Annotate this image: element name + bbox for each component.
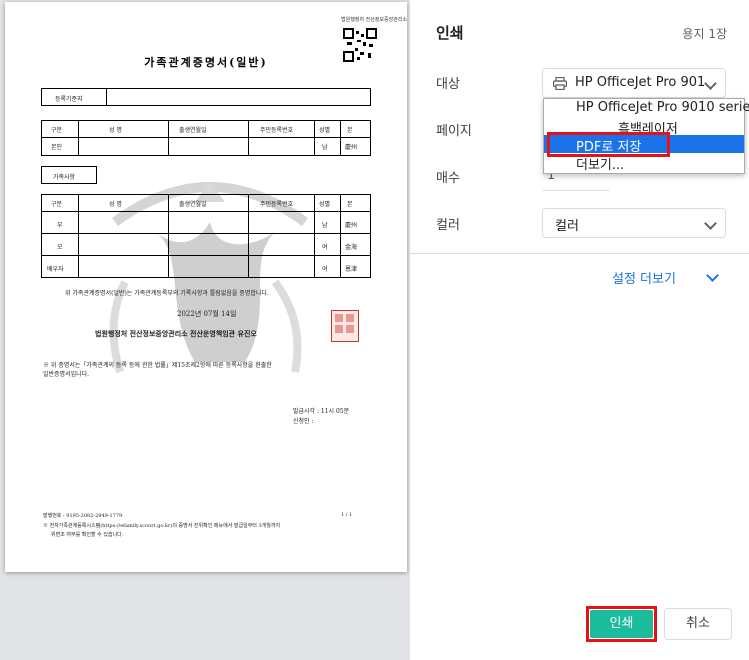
destination-select[interactable]: HP OfficeJet Pro 901 <box>542 68 726 98</box>
document-page: 법원행정처 전산정보중앙관리소 가족관계증명서(일반) 등록기준지 구분 성 명… <box>5 2 407 572</box>
family-row-origin: 金海 <box>345 244 358 251</box>
highlight-print-button <box>586 606 657 642</box>
document-title: 가족관계증명서(일반) <box>144 56 268 69</box>
highlight-save-pdf <box>547 132 670 157</box>
copies-label: 매수 <box>436 171 460 186</box>
note-line-1: ※ 위 증명서는「가족관계의 등록 등에 관한 법률」제15조제2항에 따른 등… <box>43 362 272 369</box>
sheet-count: 용지 1장 <box>682 27 727 41</box>
self-origin: 慶州 <box>345 144 358 151</box>
page-number: 1 / 1 <box>341 512 353 518</box>
dropdown-item-label: HP OfficeJet Pro 9010 series <box>576 100 749 115</box>
registration-label: 등록기준지 <box>55 96 83 103</box>
destination-value: HP OfficeJet Pro 901 <box>575 75 706 90</box>
footer-note-1: ※ 전자가족관계등록시스템(https://efamily.scourt.go.… <box>43 523 281 529</box>
chevron-down-icon[interactable] <box>706 269 719 282</box>
family-row-label: 배우자 <box>47 266 64 273</box>
certify-text: 위 가족관계증명서(일반)는 가족관계등록부의 기록사항과 틀림없음을 증명합니… <box>65 290 269 297</box>
family-header-rrn: 주민등록번호 <box>260 201 294 208</box>
footer-note-2: 위변조 여부를 확인할 수 있습니다. <box>51 532 124 538</box>
applicant: 신청인 : <box>293 418 314 425</box>
header-name: 성 명 <box>109 127 122 134</box>
print-settings-panel: 인쇄 용지 1장 대상 HP OfficeJet Pro 901 페이지 모두 … <box>410 0 749 660</box>
family-label: 가족사항 <box>53 174 76 181</box>
header-category: 구분 <box>51 127 63 134</box>
issue-time: 발급시각 : 11시 05분 <box>293 408 350 415</box>
note-line-2: 일반증명서입니다. <box>43 371 90 378</box>
more-settings-link[interactable]: 설정 더보기 <box>612 268 676 287</box>
header-gender: 성별 <box>319 127 331 134</box>
family-row-gender: 남 <box>322 222 328 229</box>
cancel-button[interactable]: 취소 <box>664 608 732 640</box>
panel-title: 인쇄 <box>436 24 464 42</box>
self-gender: 남 <box>322 144 328 151</box>
family-header-gender: 성별 <box>319 201 331 208</box>
family-row-origin: 恩津 <box>345 266 358 273</box>
issue-date: 2022년 07월 14일 <box>177 310 237 318</box>
issuer-line: 법원행정처 전산정보중앙관리소 전산운영책임관 유진오 <box>95 329 257 338</box>
registration-box <box>41 88 371 106</box>
family-header-name: 성 명 <box>109 201 122 208</box>
family-header-origin: 본 <box>347 201 353 208</box>
family-row-label: 모 <box>57 244 63 251</box>
self-label: 본인 <box>51 144 63 151</box>
printer-icon <box>553 77 567 90</box>
header-rrn: 주민등록번호 <box>260 127 294 134</box>
chevron-down-icon <box>704 77 717 90</box>
color-label: 컬러 <box>436 218 460 233</box>
family-header-category: 구분 <box>51 201 63 208</box>
family-row-label: 부 <box>57 222 63 229</box>
divider <box>410 253 749 254</box>
header-origin: 본 <box>347 127 353 134</box>
color-value: 컬러 <box>555 219 579 234</box>
family-row-origin: 慶州 <box>345 222 358 229</box>
header-birth: 출생연월일 <box>179 127 207 134</box>
family-row-gender: 여 <box>322 244 328 251</box>
dropdown-item-hp[interactable]: HP OfficeJet Pro 9010 series <box>544 99 749 117</box>
chevron-down-icon <box>704 217 717 230</box>
family-header-birth: 출생연월일 <box>179 201 207 208</box>
print-preview-area: 법원행정처 전산정보중앙관리소 가족관계증명서(일반) 등록기준지 구분 성 명… <box>0 0 410 660</box>
pages-label: 페이지 <box>436 124 472 139</box>
color-select[interactable]: 컬러 <box>542 208 726 238</box>
issue-number: 발행번호 : 9195-2082-2949-1779 <box>43 513 123 519</box>
family-row-gender: 여 <box>322 266 328 273</box>
copies-underline <box>543 190 609 191</box>
destination-label: 대상 <box>436 77 460 92</box>
official-seal <box>331 310 359 342</box>
